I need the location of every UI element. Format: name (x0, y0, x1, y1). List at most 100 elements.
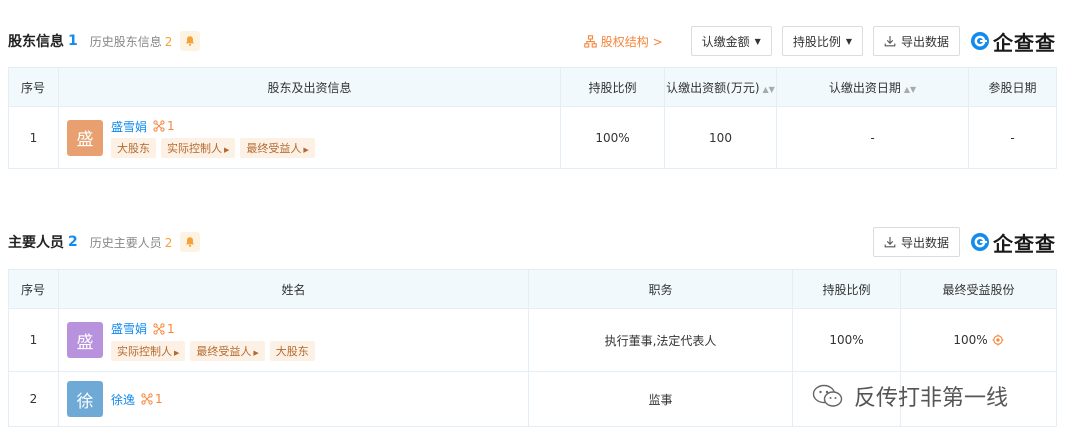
relation-count: 1 (167, 321, 175, 336)
brand-name: 企查查 (993, 231, 1056, 256)
relation-link[interactable]: 1 (153, 119, 175, 133)
personnel-count: 2 (68, 234, 78, 250)
col-index: 序号 (8, 67, 59, 107)
person-cell: 盛 盛雪娟 1 实际控制人 ▶ 最终受益人 ▶ 大股东 (59, 320, 528, 361)
tag-major-shareholder: 大股东 (111, 138, 156, 158)
col-date-label: 认缴出资日期 (828, 80, 901, 95)
table-header: 序号 股东及出资信息 持股比例 认缴出资额(万元) ▲▼ 认缴出资日期 ▲▼ 参股日… (8, 67, 1057, 107)
table-row: 1 盛 盛雪娟 1 大股东 实际控制人 ▶ 最终受益人 ▶ 100% 100 -… (8, 106, 1057, 169)
benefit-value (900, 371, 1057, 427)
personnel-header: 主要人员 2 历史主要人员 2 导出数据 企查查 (8, 227, 1056, 257)
brand-logo: 企查查 (970, 228, 1056, 257)
col-index: 序号 (8, 269, 59, 309)
table-header: 序号 姓名 职务 持股比例 最终受益股份 (8, 269, 1057, 309)
triangle-right-icon: ▶ (174, 348, 180, 357)
history-personnel-label: 历史主要人员 (89, 235, 162, 250)
download-icon (884, 36, 896, 47)
person-name-link[interactable]: 徐逸 (111, 391, 135, 408)
shareholders-table: 序号 股东及出资信息 持股比例 认缴出资额(万元) ▲▼ 认缴出资日期 ▲▼ 参股日… (8, 67, 1057, 169)
tag-beneficiary-label: 最终受益人 (196, 344, 252, 358)
shareholder-cell: 盛 盛雪娟 1 大股东 实际控制人 ▶ 最终受益人 ▶ (59, 117, 560, 158)
col-shareholder: 股东及出资信息 (58, 67, 561, 107)
relation-graph-icon (141, 393, 153, 405)
history-personnel-count: 2 (164, 235, 173, 250)
shareholders-title: 股东信息 (8, 34, 64, 50)
penetration-icon[interactable] (992, 334, 1004, 346)
export-label: 导出数据 (900, 235, 949, 250)
sort-icon[interactable]: ▲▼ (763, 85, 775, 94)
shareholders-count: 1 (68, 33, 78, 49)
col-amount-label: 认缴出资额(万元) (666, 80, 760, 95)
row-index: 1 (8, 308, 59, 372)
triangle-right-icon: ▶ (224, 146, 230, 154)
table-row: 2 徐 徐逸 1 监事 (8, 371, 1057, 427)
share-ratio-value: 100% (792, 308, 901, 372)
bell-icon[interactable] (180, 31, 201, 51)
caret-down-icon: ▼ (845, 36, 852, 46)
relation-link[interactable]: 1 (141, 392, 163, 406)
export-label: 导出数据 (900, 34, 949, 49)
col-position: 职务 (528, 269, 793, 309)
tag-controller-label: 实际控制人 (117, 344, 172, 358)
download-icon (884, 237, 896, 248)
equity-structure-link[interactable]: 股权结构 > (584, 33, 663, 50)
col-benefit: 最终受益股份 (900, 269, 1057, 309)
history-shareholders-label: 历史股东信息 (89, 34, 162, 49)
history-personnel-link[interactable]: 历史主要人员 2 (90, 234, 173, 251)
person-name-link[interactable]: 盛雪娟 (111, 118, 147, 135)
share-ratio-value (792, 371, 901, 427)
tag-controller-label: 实际控制人 (167, 142, 222, 155)
date-value: - (776, 106, 969, 169)
bell-icon[interactable] (180, 232, 201, 252)
row-index: 2 (8, 371, 59, 427)
position-value: 监事 (528, 371, 793, 427)
col-date[interactable]: 认缴出资日期 ▲▼ (776, 67, 969, 107)
equity-structure-label: 股权结构 > (600, 34, 663, 49)
benefit-cell: 100% (900, 308, 1057, 372)
col-amount[interactable]: 认缴出资额(万元) ▲▼ (664, 67, 777, 107)
relation-graph-icon (153, 120, 165, 132)
tag-controller[interactable]: 实际控制人 ▶ (111, 340, 186, 361)
brand-logo: 企查查 (970, 27, 1056, 56)
qichacha-logo-icon (971, 233, 989, 251)
relation-graph-icon (153, 322, 165, 335)
export-button[interactable]: 导出数据 (872, 26, 960, 56)
share-ratio-value: 100% (560, 106, 665, 169)
avatar: 盛 (67, 322, 103, 358)
subscribed-amount-label: 认缴金额 (701, 34, 750, 49)
triangle-right-icon: ▶ (253, 348, 259, 357)
tag-beneficiary[interactable]: 最终受益人 ▶ (190, 340, 265, 361)
col-name: 姓名 (58, 269, 529, 309)
person-cell: 徐 徐逸 1 (59, 381, 528, 417)
tag-beneficiary[interactable]: 最终受益人 ▶ (240, 138, 315, 158)
avatar: 盛 (67, 119, 103, 156)
sort-icon[interactable]: ▲▼ (904, 85, 916, 94)
history-shareholders-link[interactable]: 历史股东信息 2 (90, 33, 173, 50)
amount-value: 100 (664, 106, 777, 169)
structure-icon (584, 34, 597, 48)
share-ratio-dropdown[interactable]: 持股比例 ▼ (781, 26, 863, 56)
brand-name: 企查查 (993, 30, 1056, 55)
benefit-value: 100% (953, 333, 988, 347)
personnel-title: 主要人员 (8, 235, 64, 251)
col-join-date: 参股日期 (968, 67, 1057, 107)
relation-count: 1 (155, 392, 163, 406)
export-button[interactable]: 导出数据 (872, 227, 960, 257)
shareholders-header: 股东信息 1 历史股东信息 2 股权结构 > 认缴金额 ▼ 持股比例 ▼ 导出数据 企… (8, 26, 1056, 56)
tag-beneficiary-label: 最终受益人 (246, 142, 302, 155)
position-value: 执行董事,法定代表人 (528, 308, 793, 372)
personnel-table: 序号 姓名 职务 持股比例 最终受益股份 1 盛 盛雪娟 1 实际控制人 ▶ 最… (8, 269, 1057, 427)
avatar: 徐 (67, 381, 103, 417)
tag-controller[interactable]: 实际控制人 ▶ (161, 138, 236, 158)
col-ratio: 持股比例 (792, 269, 901, 309)
relation-link[interactable]: 1 (153, 322, 175, 336)
caret-down-icon: ▼ (754, 36, 761, 46)
subscribed-amount-dropdown[interactable]: 认缴金额 ▼ (690, 26, 772, 56)
person-name-link[interactable]: 盛雪娟 (111, 320, 147, 337)
tag-major-shareholder: 大股东 (269, 340, 315, 361)
join-date-value: - (968, 106, 1057, 169)
history-shareholders-count: 2 (164, 34, 173, 49)
row-index: 1 (8, 106, 59, 169)
triangle-right-icon: ▶ (303, 146, 309, 154)
col-ratio: 持股比例 (560, 67, 665, 107)
